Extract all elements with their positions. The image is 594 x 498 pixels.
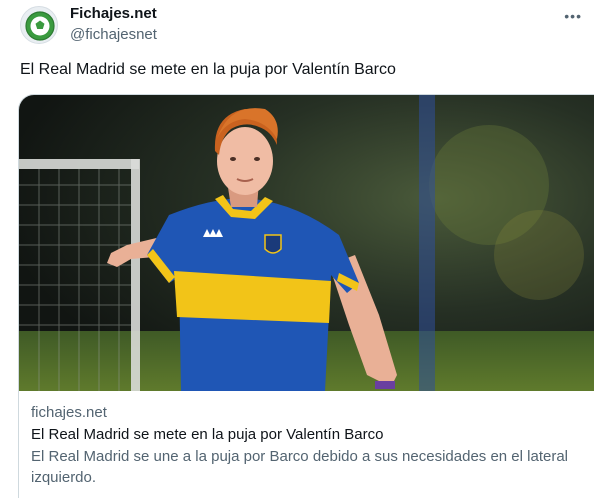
author-name[interactable]: Fichajes.net xyxy=(70,5,157,22)
more-dots-icon[interactable]: ••• xyxy=(564,8,582,24)
card-title: El Real Madrid se mete en la puja por Va… xyxy=(31,426,384,443)
card-meta: fichajes.net El Real Madrid se mete en l… xyxy=(31,403,578,488)
card-domain: fichajes.net xyxy=(31,404,107,421)
tweet-text: El Real Madrid se mete en la puja por Va… xyxy=(20,61,396,78)
tweet: Fichajes.net @fichajesnet ••• El Real Ma… xyxy=(0,0,594,498)
card-image[interactable] xyxy=(19,95,594,391)
avatar[interactable] xyxy=(20,6,58,44)
card-description: El Real Madrid se une a la puja por Barc… xyxy=(31,448,568,486)
soccer-ball-logo-icon xyxy=(25,11,55,41)
link-card[interactable]: fichajes.net El Real Madrid se mete en l… xyxy=(18,94,594,498)
footballer-photo xyxy=(19,95,594,391)
author-handle[interactable]: @fichajesnet xyxy=(70,26,157,43)
